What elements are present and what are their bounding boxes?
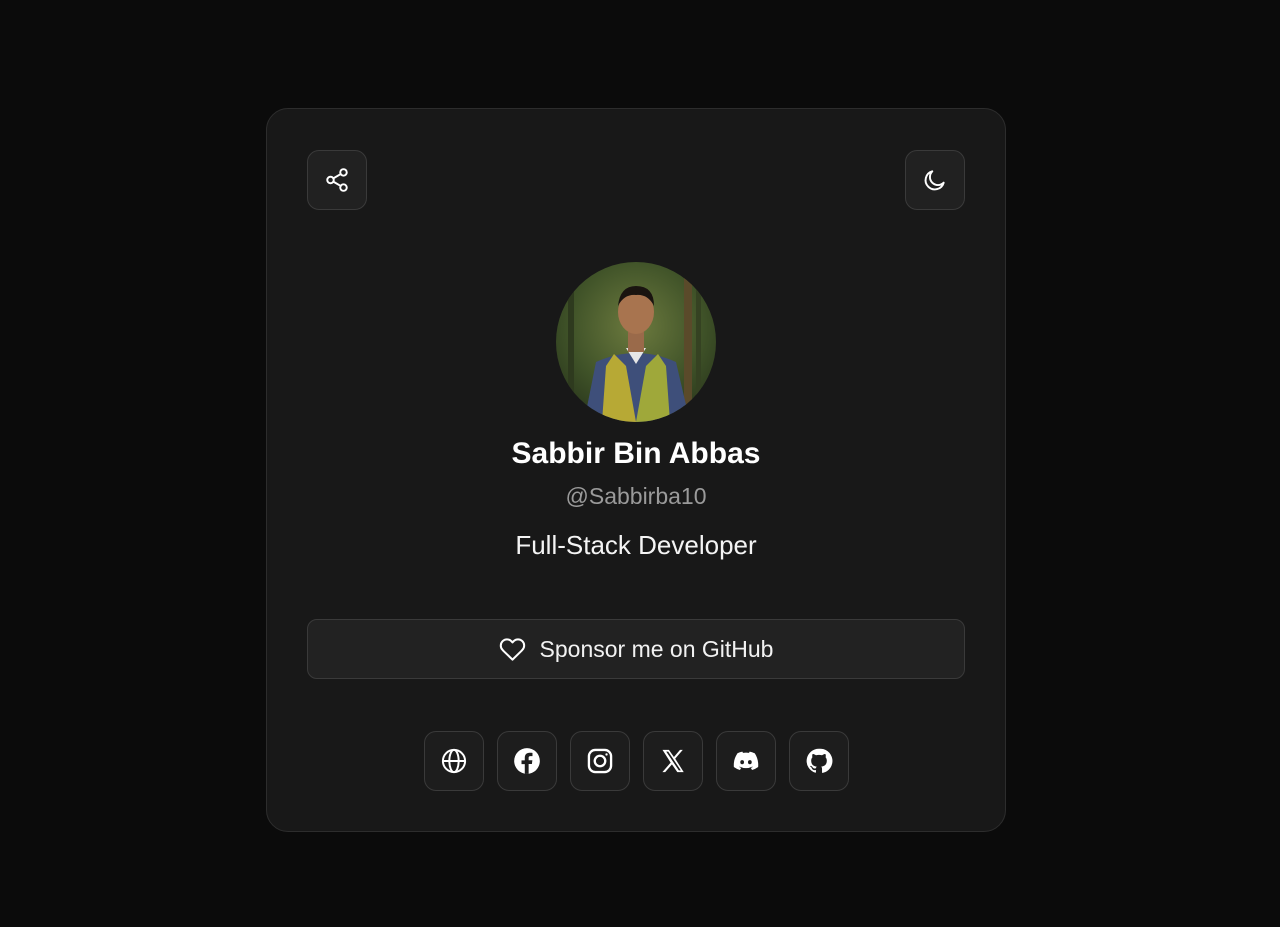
profile-name: Sabbir Bin Abbas bbox=[511, 437, 761, 470]
github-icon bbox=[806, 748, 832, 773]
website-link[interactable] bbox=[423, 731, 484, 791]
globe-icon bbox=[441, 748, 466, 774]
profile-role: Full-Stack Developer bbox=[515, 530, 757, 560]
x-icon bbox=[661, 749, 684, 773]
discord-icon bbox=[733, 751, 758, 770]
theme-toggle-button[interactable] bbox=[905, 150, 965, 210]
sponsor-label: Sponsor me on GitHub bbox=[539, 635, 774, 662]
github-link[interactable] bbox=[788, 731, 849, 791]
profile-card: Sabbir Bin Abbas @Sabbirba10 Full-Stack … bbox=[266, 108, 1006, 832]
social-links bbox=[267, 731, 1005, 791]
instagram-link[interactable] bbox=[569, 731, 630, 791]
sponsor-button[interactable]: Sponsor me on GitHub bbox=[307, 619, 965, 679]
heart-icon bbox=[499, 637, 525, 661]
facebook-link[interactable] bbox=[496, 731, 557, 791]
profile-handle: @Sabbirba10 bbox=[565, 483, 707, 509]
facebook-icon bbox=[513, 748, 540, 774]
share-button[interactable] bbox=[307, 150, 367, 210]
instagram-icon bbox=[587, 748, 612, 774]
avatar bbox=[556, 262, 716, 422]
moon-icon bbox=[924, 170, 945, 191]
x-link[interactable] bbox=[642, 731, 703, 791]
share-icon bbox=[326, 168, 348, 192]
discord-link[interactable] bbox=[715, 731, 776, 791]
